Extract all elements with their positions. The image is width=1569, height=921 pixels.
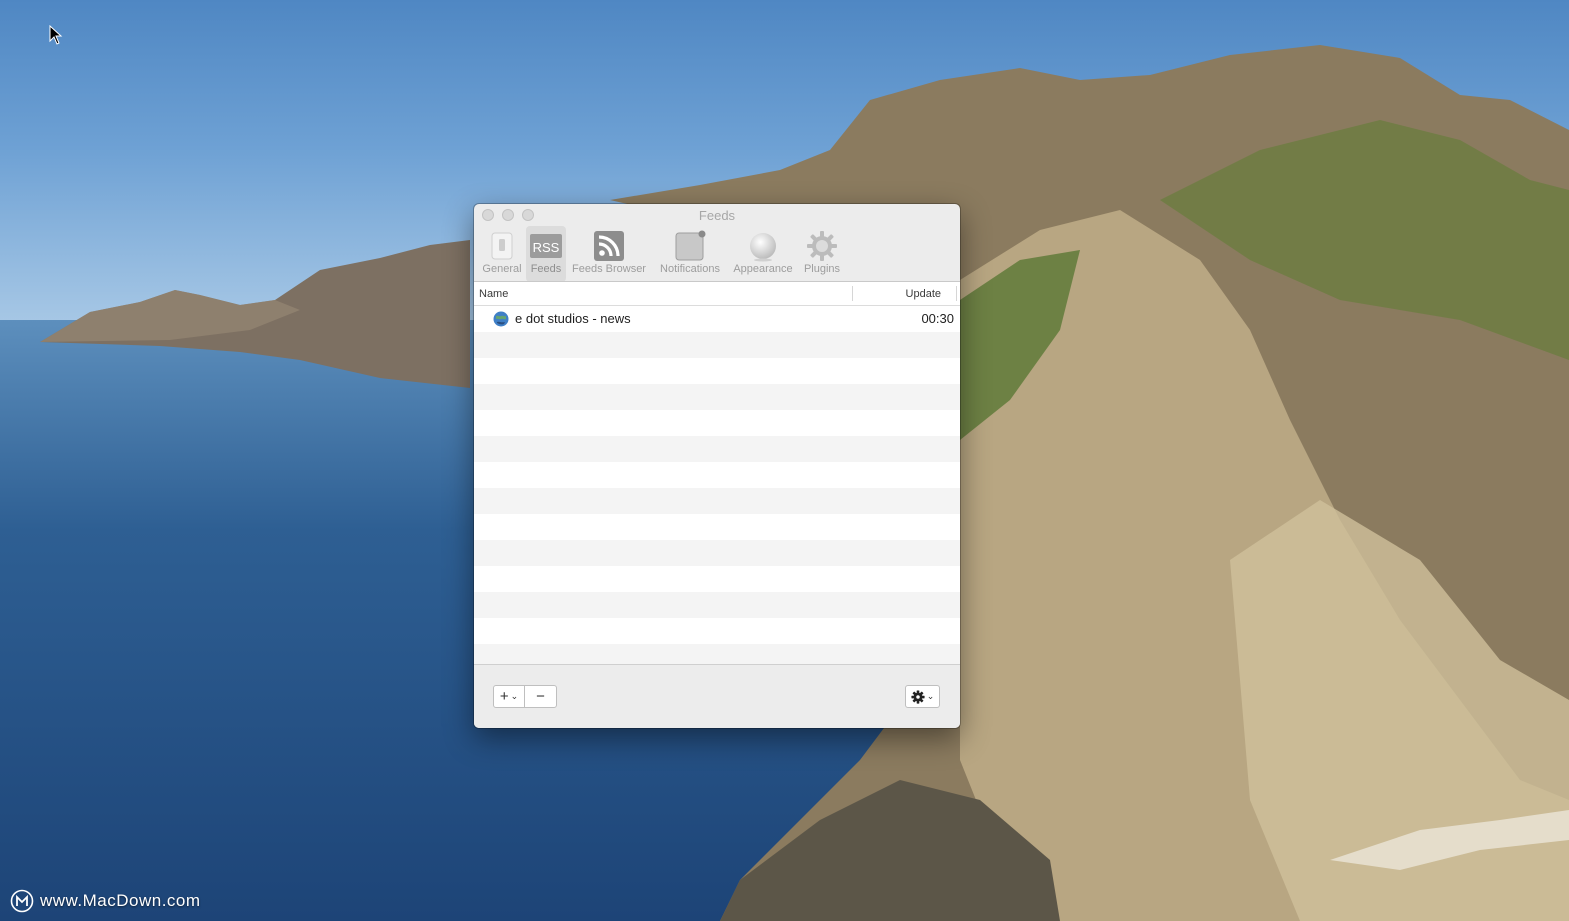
watermark: www.MacDown.com <box>10 889 201 913</box>
gear-icon <box>807 231 837 261</box>
column-divider[interactable] <box>956 286 957 301</box>
tab-general-label: General <box>482 263 522 275</box>
table-row-empty <box>474 410 960 436</box>
minus-icon: − <box>536 688 545 705</box>
tab-notifications[interactable]: Notifications <box>655 226 725 282</box>
table-row-empty <box>474 384 960 410</box>
macdown-logo-icon <box>10 889 34 913</box>
window-title: Feeds <box>698 208 736 223</box>
table-header: Name Update <box>474 282 960 306</box>
table-row-empty <box>474 644 960 664</box>
bottom-bar: + ⌄ − ⌄ <box>474 664 960 728</box>
table-row-empty <box>474 566 960 592</box>
action-menu-button[interactable]: ⌄ <box>905 685 940 708</box>
tab-plugins-label: Plugins <box>803 263 841 275</box>
gear-icon <box>911 689 925 704</box>
table-row-empty <box>474 436 960 462</box>
table-rows: e dot studios - news 00:30 <box>474 306 960 664</box>
table-row-empty <box>474 488 960 514</box>
table-row-empty <box>474 462 960 488</box>
table-row-empty <box>474 358 960 384</box>
preferences-toolbar: General RSS Feeds Feeds Browser Notifica… <box>474 226 960 282</box>
column-header-update[interactable]: Update <box>906 288 941 300</box>
table-row-empty <box>474 592 960 618</box>
chevron-down-icon: ⌄ <box>510 691 519 701</box>
add-feed-button[interactable]: + ⌄ <box>493 685 525 708</box>
globe-icon <box>493 311 509 327</box>
sphere-icon <box>750 233 776 262</box>
column-header-name[interactable]: Name <box>479 288 508 300</box>
plus-icon: + <box>499 688 509 705</box>
tab-general[interactable]: General <box>480 226 524 282</box>
tab-appearance-label: Appearance <box>733 263 793 275</box>
feed-name: e dot studios - news <box>515 311 631 326</box>
table-row-empty <box>474 514 960 540</box>
title-bar[interactable]: Feeds <box>474 204 960 226</box>
rss-feed-icon <box>594 231 624 261</box>
tab-appearance[interactable]: Appearance <box>730 226 796 282</box>
tab-feeds[interactable]: RSS Feeds <box>526 226 566 282</box>
preferences-window: Feeds General RSS Feeds Feeds Browser No… <box>474 204 960 728</box>
tab-feeds-browser-label: Feeds Browser <box>572 263 646 275</box>
tab-plugins[interactable]: Plugins <box>800 226 844 282</box>
feeds-table: Name Update e dot studios - news 00:30 <box>474 282 960 664</box>
table-row-empty <box>474 540 960 566</box>
remove-feed-button[interactable]: − <box>524 685 557 708</box>
table-row[interactable]: e dot studios - news 00:30 <box>474 306 960 332</box>
mouse-cursor-icon <box>49 25 63 45</box>
column-divider[interactable] <box>852 286 853 301</box>
feed-update-interval: 00:30 <box>921 311 954 326</box>
watermark-text: www.MacDown.com <box>40 891 201 910</box>
svg-text:RSS: RSS <box>533 240 560 255</box>
table-row-empty <box>474 618 960 644</box>
switch-icon <box>491 232 513 260</box>
table-row-empty <box>474 332 960 358</box>
tab-notifications-label: Notifications <box>660 263 720 275</box>
rss-icon: RSS <box>530 234 562 258</box>
tab-feeds-browser[interactable]: Feeds Browser <box>569 226 649 282</box>
tab-feeds-label: Feeds <box>530 263 562 275</box>
notification-badge-icon <box>675 230 706 261</box>
chevron-down-icon: ⌄ <box>926 691 935 701</box>
